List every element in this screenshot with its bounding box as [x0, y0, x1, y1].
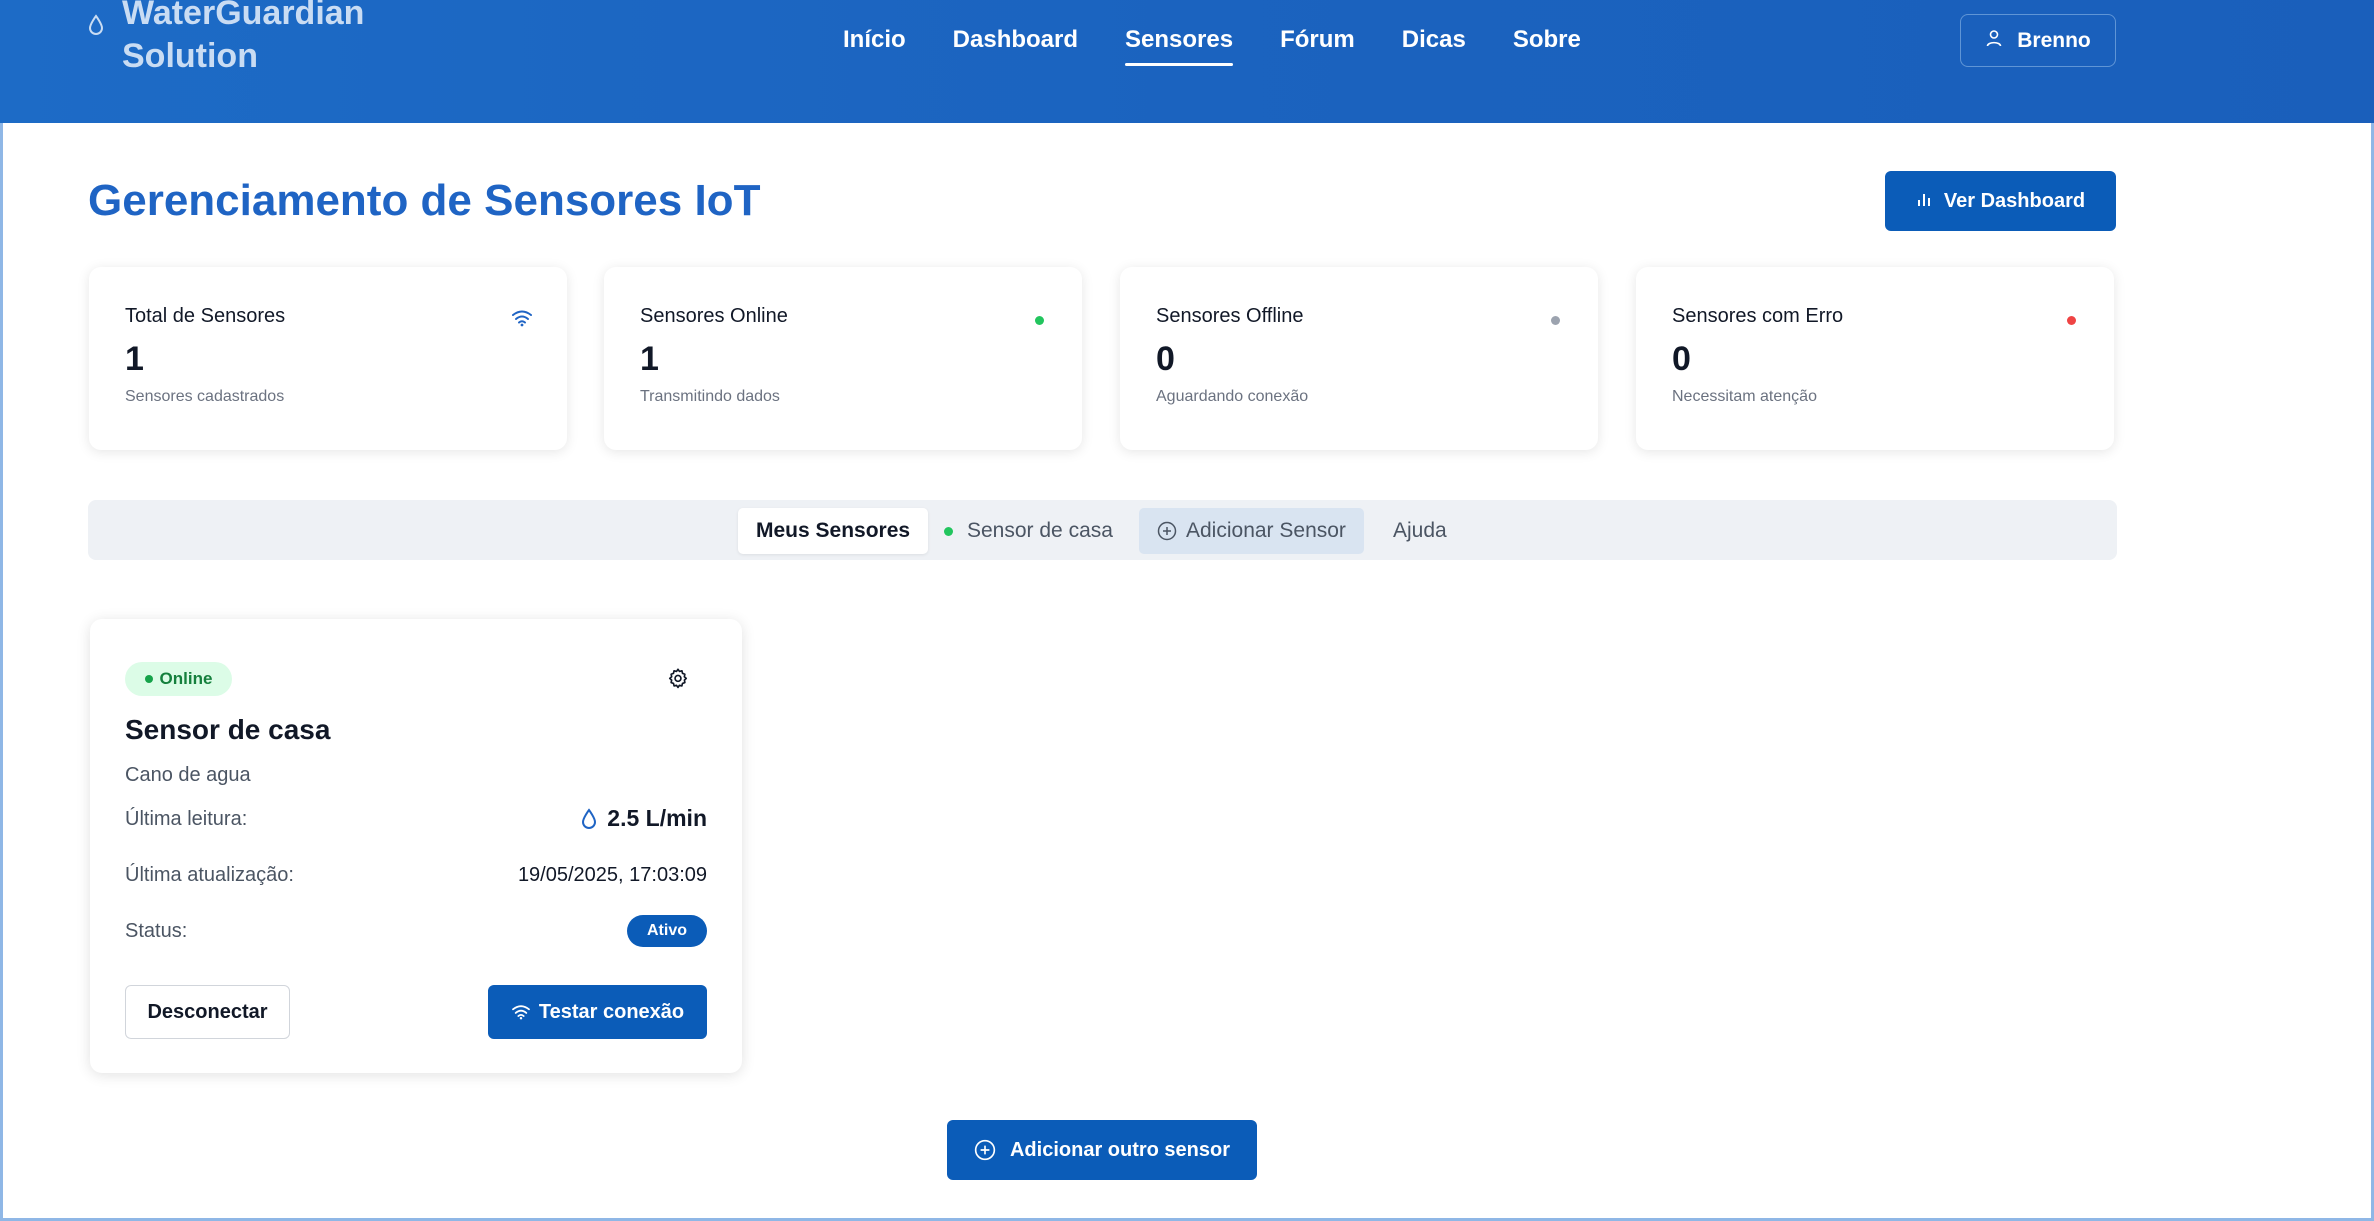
online-dot	[944, 526, 953, 536]
tab-sensor-home[interactable]: Sensor de casa	[926, 508, 1131, 554]
add-other-sensor-button[interactable]: Adicionar outro sensor	[947, 1120, 1257, 1180]
nav-dicas[interactable]: Dicas	[1402, 26, 1466, 60]
last-reading-label: Última leitura:	[125, 808, 248, 830]
sensor-name: Sensor de casa	[125, 714, 331, 745]
last-update-value: 19/05/2025, 17:03:09	[517, 864, 707, 886]
disconnect-button[interactable]: Desconectar	[125, 985, 290, 1039]
user-menu-button[interactable]: Brenno	[1960, 14, 2116, 67]
wifi-icon	[511, 309, 533, 332]
stat-subtitle: Sensores cadastrados	[125, 388, 285, 405]
stat-subtitle: Aguardando conexão	[1156, 388, 1309, 405]
nav-sensores[interactable]: Sensores	[1125, 26, 1234, 66]
tab-my-sensors[interactable]: Meus Sensores	[738, 508, 929, 554]
sensor-tabs: Meus Sensores Sensor de casa Adicionar S…	[88, 500, 2117, 560]
tab-help[interactable]: Ajuda	[1375, 508, 1465, 554]
view-dashboard-button[interactable]: Ver Dashboard	[1885, 171, 2116, 231]
stat-title: Total de Sensores	[125, 305, 286, 327]
last-reading-value: 2.5 L/min	[581, 805, 707, 832]
brand-logo[interactable]: WaterGuardian Solution	[88, 0, 364, 78]
nav-sobre[interactable]: Sobre	[1513, 26, 1581, 60]
brand-name-line2: Solution	[122, 37, 258, 75]
view-dashboard-label: Ver Dashboard	[1943, 189, 2086, 212]
stat-value: 1	[640, 340, 659, 378]
stat-subtitle: Transmitindo dados	[640, 388, 780, 405]
stat-value: 0	[1672, 340, 1691, 378]
stat-subtitle: Necessitam atenção	[1672, 388, 1817, 405]
online-badge-label: Online	[159, 669, 213, 688]
stat-card-total: Total de Sensores 1 Sensores cadastrados	[89, 267, 567, 450]
tab-add-sensor-label: Adicionar Sensor	[1186, 519, 1346, 542]
stat-value: 0	[1156, 340, 1175, 378]
stat-card-error: Sensores com Erro 0 Necessitam atenção	[1636, 267, 2114, 450]
water-drop-icon	[581, 807, 597, 830]
tab-add-sensor[interactable]: Adicionar Sensor	[1139, 508, 1364, 554]
top-header: WaterGuardian Solution Início Dashboard …	[0, 0, 2374, 123]
status-badge: Ativo	[627, 915, 707, 947]
stat-title: Sensores Online	[640, 305, 788, 327]
wifi-icon	[511, 1004, 531, 1020]
page-title: Gerenciamento de Sensores IoT	[88, 176, 761, 225]
brand-name: WaterGuardian Solution	[122, 0, 364, 78]
online-badge: Online	[125, 662, 232, 696]
gear-icon[interactable]	[667, 667, 689, 694]
test-connection-label: Testar conexão	[538, 1000, 685, 1023]
stat-value: 1	[125, 340, 144, 378]
water-drop-icon	[88, 14, 104, 41]
stat-title: Sensores Offline	[1156, 305, 1304, 327]
stat-title: Sensores com Erro	[1672, 305, 1844, 327]
test-connection-button[interactable]: Testar conexão	[488, 985, 707, 1039]
brand-name-line1: WaterGuardian	[122, 0, 365, 32]
online-dot	[144, 675, 153, 683]
status-dot-offline	[1551, 316, 1560, 325]
user-icon	[1985, 29, 2003, 53]
add-other-sensor-label: Adicionar outro sensor	[1009, 1138, 1231, 1161]
last-update-label: Última atualização:	[125, 864, 294, 886]
plus-circle-icon	[1157, 521, 1177, 541]
last-reading-text: 2.5 L/min	[607, 805, 707, 831]
bar-chart-icon	[1916, 190, 1932, 213]
sensor-location: Cano de agua	[125, 764, 251, 786]
main-nav: Início Dashboard Sensores Fórum Dicas So…	[843, 26, 1628, 66]
tab-sensor-home-label: Sensor de casa	[967, 519, 1113, 542]
plus-circle-icon	[974, 1139, 996, 1161]
status-dot-online	[1035, 316, 1044, 325]
nav-dashboard[interactable]: Dashboard	[953, 26, 1078, 60]
status-dot-error	[2067, 316, 2076, 325]
sensor-card: Online Sensor de casa Cano de agua Últim…	[90, 619, 742, 1073]
stat-card-online: Sensores Online 1 Transmitindo dados	[604, 267, 1082, 450]
nav-inicio[interactable]: Início	[843, 26, 906, 60]
status-label: Status:	[125, 920, 188, 942]
user-name: Brenno	[2017, 28, 2091, 52]
nav-forum[interactable]: Fórum	[1280, 26, 1355, 60]
stat-card-offline: Sensores Offline 0 Aguardando conexão	[1120, 267, 1598, 450]
